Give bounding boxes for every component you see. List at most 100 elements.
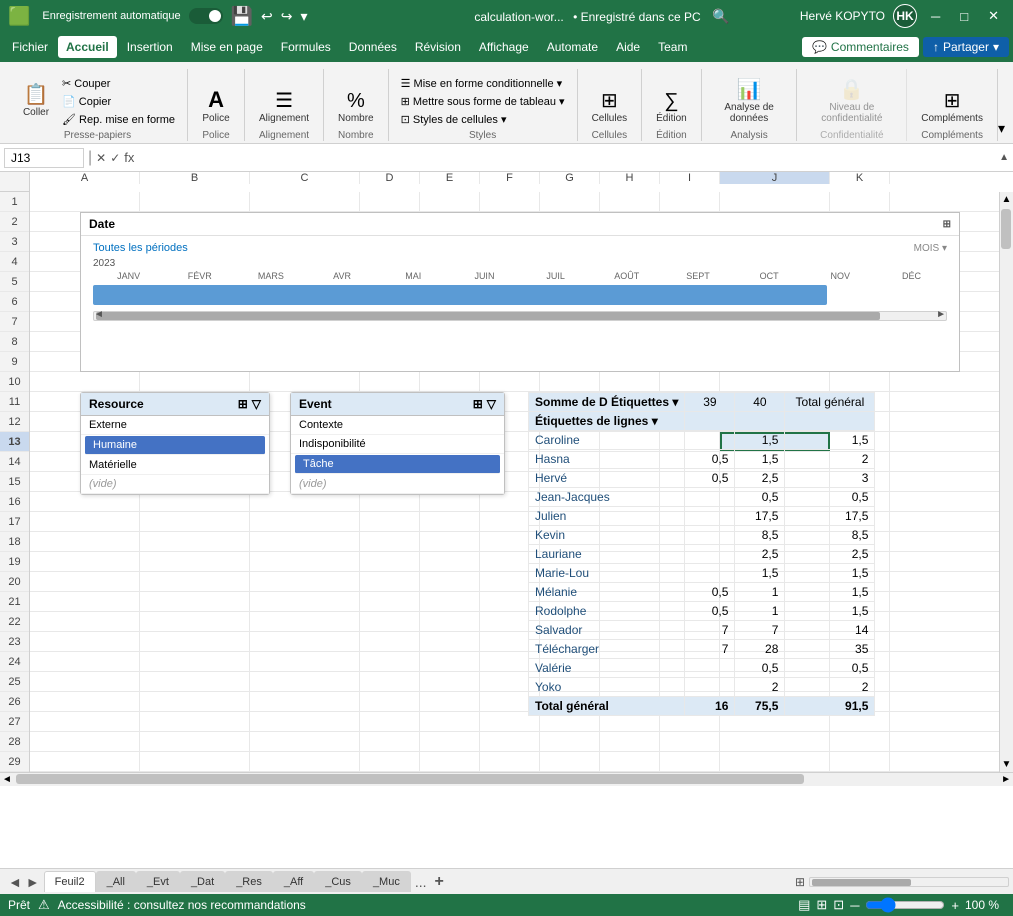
row-num-26[interactable]: 26: [0, 692, 29, 712]
cut-button[interactable]: ✂ Couper: [58, 75, 179, 92]
row-num-6[interactable]: 6: [0, 292, 29, 312]
col-header-i[interactable]: I: [660, 172, 720, 184]
event-multiselect-icon[interactable]: ⊞: [473, 397, 483, 411]
menu-accueil[interactable]: Accueil: [58, 36, 117, 58]
alignment-button[interactable]: ☰ Alignement: [253, 87, 315, 128]
cell-j1[interactable]: [720, 192, 830, 211]
menu-team[interactable]: Team: [650, 36, 695, 58]
pivot-row-caroline[interactable]: Caroline 1,5 1,5: [529, 431, 875, 450]
pivot-row-header-label[interactable]: Étiquettes de lignes ▾: [529, 412, 685, 431]
view-normal-icon[interactable]: ▤: [798, 897, 810, 913]
cell-h1[interactable]: [600, 192, 660, 211]
cell-g1[interactable]: [540, 192, 600, 211]
view-pageview-icon[interactable]: ⊡: [833, 897, 844, 913]
pivot-col-39[interactable]: 39: [685, 393, 735, 412]
hscroll-left-btn[interactable]: ◄: [0, 774, 14, 785]
row-num-8[interactable]: 8: [0, 332, 29, 352]
menu-fichier[interactable]: Fichier: [4, 36, 56, 58]
minimize-button[interactable]: ─: [925, 7, 946, 26]
pivot-row-melanie[interactable]: Mélanie 0,5 1 1,5: [529, 583, 875, 602]
menu-affichage[interactable]: Affichage: [471, 36, 537, 58]
resource-item-humaine[interactable]: Humaine: [85, 436, 265, 455]
row-num-22[interactable]: 22: [0, 612, 29, 632]
cell-d1[interactable]: [360, 192, 420, 211]
pivot-row-herve[interactable]: Hervé 0,5 2,5 3: [529, 469, 875, 488]
tab-add[interactable]: +: [431, 873, 448, 891]
save-icon[interactable]: 💾: [231, 6, 253, 27]
cell-e1[interactable]: [420, 192, 480, 211]
row-num-7[interactable]: 7: [0, 312, 29, 332]
tab-split-icon[interactable]: ⊞: [795, 875, 805, 889]
scroll-up-icon[interactable]: ▲: [999, 152, 1009, 163]
accessibility-label[interactable]: Accessibilité : consultez nos recommanda…: [58, 898, 306, 912]
zoom-in-icon[interactable]: +: [951, 898, 959, 913]
row-num-14[interactable]: 14: [0, 452, 29, 472]
tab-aff[interactable]: _Aff: [273, 871, 314, 892]
tab-muc[interactable]: _Muc: [362, 871, 411, 892]
row-num-5[interactable]: 5: [0, 272, 29, 292]
copy-button[interactable]: 📄 Copier: [58, 93, 179, 110]
row-num-18[interactable]: 18: [0, 532, 29, 552]
row-num-17[interactable]: 17: [0, 512, 29, 532]
tab-feuil2[interactable]: Feuil2: [44, 871, 96, 892]
confidentiality-button[interactable]: 🔒 Niveau de confidentialité: [805, 76, 898, 128]
hscroll-right-btn[interactable]: ►: [999, 774, 1013, 785]
event-filter-icon[interactable]: ▽: [487, 397, 496, 411]
col-header-g[interactable]: G: [540, 172, 600, 184]
date-filter-icon[interactable]: ⊞: [943, 219, 951, 230]
tab-cus[interactable]: _Cus: [314, 871, 362, 892]
row-num-25[interactable]: 25: [0, 672, 29, 692]
complements-button[interactable]: ⊞ Compléments: [915, 87, 989, 128]
pivot-row-julien[interactable]: Julien 17,5 17,5: [529, 507, 875, 526]
row-num-24[interactable]: 24: [0, 652, 29, 672]
col-header-a[interactable]: A: [30, 172, 140, 184]
undo-icon[interactable]: ↩: [261, 8, 273, 25]
pivot-row-filter-icon[interactable]: ▾: [652, 414, 658, 428]
pivot-row-valerie[interactable]: Valérie 0,5 0,5: [529, 659, 875, 678]
col-header-e[interactable]: E: [420, 172, 480, 184]
row-num-20[interactable]: 20: [0, 572, 29, 592]
scroll-thumb[interactable]: [1001, 209, 1011, 249]
tab-hscroll[interactable]: [809, 877, 1009, 887]
row-num-27[interactable]: 27: [0, 712, 29, 732]
tab-nav[interactable]: ◄ ►: [4, 874, 44, 890]
row-num-3[interactable]: 3: [0, 232, 29, 252]
event-item-tache[interactable]: Tâche: [295, 455, 500, 474]
resource-item-materielle[interactable]: Matérielle: [81, 456, 269, 475]
analysis-button[interactable]: 📊 Analyse de données: [710, 76, 789, 128]
menu-donnees[interactable]: Données: [341, 36, 405, 58]
col-header-f[interactable]: F: [480, 172, 540, 184]
row-num-1[interactable]: 1: [0, 192, 29, 212]
cell-i1[interactable]: [660, 192, 720, 211]
hscroll-thumb[interactable]: [16, 774, 804, 784]
tab-evt[interactable]: _Evt: [136, 871, 180, 892]
col-header-c[interactable]: C: [250, 172, 360, 184]
scroll-right-arrow[interactable]: ►: [936, 309, 946, 320]
table-format-button[interactable]: ⊞ Mettre sous forme de tableau ▾: [397, 93, 569, 110]
pivot-row-marie-lou[interactable]: Marie-Lou 1,5 1,5: [529, 564, 875, 583]
edition-button[interactable]: ∑ Édition: [650, 87, 693, 128]
tab-all[interactable]: _All: [96, 871, 136, 892]
menu-automate[interactable]: Automate: [539, 36, 606, 58]
resource-filter-icon[interactable]: ▽: [252, 397, 261, 411]
accessibility-icon[interactable]: ⚠: [38, 897, 50, 913]
cell-f1[interactable]: [480, 192, 540, 211]
event-slicer[interactable]: Event ⊞ ▽ Contexte Indisponibilité Tâche…: [290, 392, 505, 495]
search-icon[interactable]: 🔍: [712, 8, 729, 24]
menu-mise-en-page[interactable]: Mise en page: [183, 36, 271, 58]
menu-revision[interactable]: Révision: [407, 36, 469, 58]
date-scroll-bar[interactable]: ◄ ►: [93, 311, 947, 321]
pivot-filter-dropdown-icon[interactable]: ▾: [672, 395, 678, 409]
cell-b1[interactable]: [140, 192, 250, 211]
zoom-level[interactable]: 100 %: [965, 898, 1005, 912]
col-header-k[interactable]: K: [830, 172, 890, 184]
row-num-9[interactable]: 9: [0, 352, 29, 372]
scroll-left-arrow[interactable]: ◄: [94, 309, 104, 320]
col-header-j[interactable]: J: [720, 172, 830, 184]
resource-slicer[interactable]: Resource ⊞ ▽ Externe Humaine Matérielle …: [80, 392, 270, 495]
pivot-row-hasna[interactable]: Hasna 0,5 1,5 2: [529, 450, 875, 469]
scroll-up-btn[interactable]: ▲: [1000, 192, 1013, 207]
pivot-row-kevin[interactable]: Kevin 8,5 8,5: [529, 526, 875, 545]
tab-res[interactable]: _Res: [225, 871, 273, 892]
font-button[interactable]: A Police: [196, 85, 236, 128]
